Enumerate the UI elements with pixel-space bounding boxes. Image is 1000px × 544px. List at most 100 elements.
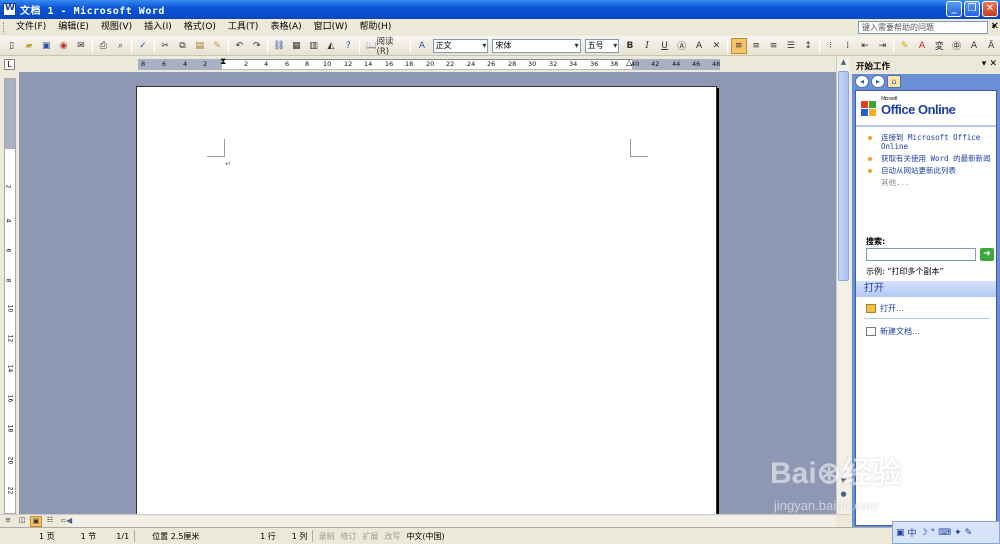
increase-indent-icon[interactable]: ⇥ bbox=[875, 38, 890, 54]
web-view-icon[interactable]: ◫ bbox=[16, 516, 28, 527]
link-connect-online[interactable]: 连接到 Microsoft Office Online bbox=[866, 133, 992, 151]
cut-icon[interactable]: ✂ bbox=[158, 38, 173, 54]
format-painter-icon[interactable]: ✎ bbox=[209, 38, 224, 54]
font-color-icon[interactable]: A bbox=[914, 38, 929, 54]
vruler-number: 12 bbox=[6, 334, 14, 343]
help-search-input[interactable]: 键入需要帮助的问题 bbox=[858, 21, 988, 34]
print-layout-icon[interactable]: ▣ bbox=[30, 515, 42, 527]
help-icon[interactable]: ? bbox=[341, 38, 356, 54]
table-icon[interactable]: ▦ bbox=[289, 38, 304, 54]
phonetic-icon[interactable]: 変 bbox=[932, 38, 947, 54]
bold-icon[interactable]: B bbox=[622, 38, 637, 54]
print-icon[interactable]: ⎙ bbox=[96, 38, 111, 54]
horizontal-ruler[interactable]: L 8 6 4 2 2 4 6 8 10 12 14 16 18 20 22 2… bbox=[0, 57, 850, 72]
horizontal-scrollbar[interactable]: ◀ bbox=[66, 516, 836, 527]
menu-tools[interactable]: 工具(T) bbox=[222, 19, 265, 36]
align-justify-icon[interactable]: ≡ bbox=[731, 37, 747, 54]
home-icon[interactable]: ⌂ bbox=[887, 75, 901, 88]
highlight-icon[interactable]: ✎ bbox=[897, 38, 912, 54]
grow-font-icon[interactable]: A bbox=[966, 38, 981, 54]
decrease-indent-icon[interactable]: ⇤ bbox=[857, 38, 872, 54]
menu-help[interactable]: 帮助(H) bbox=[354, 19, 398, 36]
link-latest-news[interactable]: 获取有关使用 Word 的最新新闻 bbox=[866, 154, 992, 163]
scroll-left-icon[interactable]: ◀ bbox=[66, 516, 72, 525]
shrink-font-icon[interactable]: Ä bbox=[984, 38, 999, 54]
numbering-icon[interactable]: ⁝ bbox=[823, 38, 838, 54]
status-ovr[interactable]: 改写 bbox=[381, 531, 403, 542]
normal-view-icon[interactable]: ≡ bbox=[2, 516, 14, 527]
spelling-icon[interactable]: ✓ bbox=[135, 38, 150, 54]
tab-selector[interactable]: L bbox=[4, 59, 15, 70]
redo-icon[interactable]: ↷ bbox=[249, 38, 264, 54]
back-icon[interactable]: ◂ bbox=[855, 75, 869, 88]
document-page[interactable]: ↵ bbox=[136, 86, 717, 514]
menu-edit[interactable]: 编辑(E) bbox=[52, 19, 95, 36]
ime-options-icon[interactable]: ✦ bbox=[954, 528, 962, 538]
outline-view-icon[interactable]: ☷ bbox=[44, 516, 56, 527]
align-right-icon[interactable]: ≡ bbox=[766, 38, 781, 54]
style-combo[interactable]: 正文 bbox=[432, 38, 489, 53]
task-pane-menu-icon[interactable]: ▾ bbox=[982, 59, 987, 69]
ime-tool-icon[interactable]: ✎ bbox=[965, 528, 973, 538]
paste-icon[interactable]: ▤ bbox=[192, 38, 207, 54]
restore-button[interactable]: ❐ bbox=[964, 1, 980, 17]
menu-window[interactable]: 窗口(W) bbox=[308, 19, 354, 36]
indent-marker-icon[interactable]: ⧗ bbox=[220, 57, 226, 67]
close-document-icon[interactable]: ✕ bbox=[991, 21, 999, 32]
link-auto-update[interactable]: 自动从网站更新此列表 bbox=[866, 166, 992, 175]
menu-insert[interactable]: 插入(I) bbox=[138, 19, 178, 36]
save-icon[interactable]: ▣ bbox=[39, 38, 54, 54]
vertical-ruler[interactable]: 2 4 6 8 10 12 14 16 18 20 22 bbox=[4, 78, 16, 514]
char-border-icon[interactable]: Ⓐ bbox=[674, 38, 689, 54]
ime-punct-icon[interactable]: ° bbox=[931, 528, 936, 538]
open-icon[interactable]: ▰ bbox=[21, 38, 36, 54]
styles-icon[interactable]: A bbox=[414, 38, 429, 54]
link-other[interactable]: 其他... bbox=[866, 178, 992, 187]
permission-icon[interactable]: ◉ bbox=[56, 38, 71, 54]
forward-icon[interactable]: ▸ bbox=[871, 75, 885, 88]
bullets-icon[interactable]: ⁞ bbox=[840, 38, 855, 54]
undo-icon[interactable]: ↶ bbox=[232, 38, 247, 54]
status-trk[interactable]: 修订 bbox=[337, 531, 359, 542]
new-icon[interactable]: ▯ bbox=[4, 38, 19, 54]
status-rec[interactable]: 录制 bbox=[315, 531, 337, 542]
menu-file[interactable]: 文件(F) bbox=[10, 19, 52, 36]
task-pane-search-input[interactable] bbox=[866, 248, 976, 261]
enclosed-char-icon[interactable]: ㊥ bbox=[949, 38, 964, 54]
task-pane-close-icon[interactable]: ✕ bbox=[989, 59, 997, 69]
open-file-link[interactable]: 打开... bbox=[866, 303, 904, 314]
scale-icon[interactable]: ✕ bbox=[709, 38, 724, 54]
status-ext[interactable]: 扩展 bbox=[359, 531, 381, 542]
email-icon[interactable]: ✉ bbox=[73, 38, 88, 54]
print-preview-icon[interactable]: ⌕ bbox=[113, 38, 128, 54]
menu-grip[interactable] bbox=[3, 21, 6, 34]
online-links: 连接到 Microsoft Office Online 获取有关使用 Word … bbox=[866, 133, 992, 190]
distribute-icon[interactable]: ☰ bbox=[783, 38, 798, 54]
close-button[interactable]: ✕ bbox=[982, 1, 998, 17]
menu-view[interactable]: 视图(V) bbox=[95, 19, 138, 36]
size-combo[interactable]: 五号 bbox=[584, 38, 620, 53]
search-go-button[interactable]: ➔ bbox=[980, 248, 994, 261]
new-document-link[interactable]: 新建文档... bbox=[866, 326, 920, 337]
ime-keyboard-icon[interactable]: ⌨ bbox=[938, 528, 951, 538]
underline-icon[interactable]: U bbox=[657, 38, 672, 54]
copy-icon[interactable]: ⧉ bbox=[175, 38, 190, 54]
italic-icon[interactable]: I bbox=[640, 38, 655, 54]
open-file-label: 打开... bbox=[880, 304, 904, 313]
minimize-button[interactable]: _ bbox=[946, 1, 962, 17]
columns-icon[interactable]: ▥ bbox=[306, 38, 321, 54]
line-spacing-icon[interactable]: ↕ bbox=[800, 38, 815, 54]
menu-table[interactable]: 表格(A) bbox=[264, 19, 307, 36]
scroll-thumb[interactable] bbox=[838, 71, 849, 281]
right-indent-marker-icon[interactable]: △ bbox=[626, 58, 632, 67]
align-center-icon[interactable]: ≡ bbox=[749, 38, 764, 54]
ime-mode-icon[interactable]: ▣ bbox=[896, 528, 905, 538]
drawing-icon[interactable]: ◭ bbox=[323, 38, 338, 54]
menu-format[interactable]: 格式(O) bbox=[178, 19, 222, 36]
char-shading-icon[interactable]: A bbox=[691, 38, 706, 54]
read-button[interactable]: 📖 阅读(R) bbox=[363, 37, 407, 57]
scroll-up-icon[interactable]: ▲ bbox=[838, 58, 849, 70]
hyperlink-icon[interactable]: ⛓ bbox=[271, 38, 286, 54]
ime-moon-icon[interactable]: ☽ bbox=[920, 528, 928, 538]
font-combo[interactable]: 宋体 bbox=[492, 38, 581, 53]
